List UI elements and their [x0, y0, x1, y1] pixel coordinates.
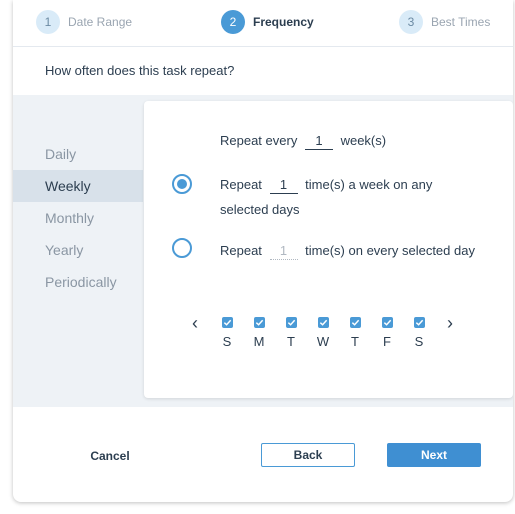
weekday-saturday: S [412, 317, 426, 349]
sidebar-item-daily[interactable]: Daily [13, 138, 143, 170]
next-button[interactable]: Next [387, 443, 481, 467]
option1-suffix: time(s) a week on any [305, 177, 433, 192]
chevron-right-icon[interactable]: › [447, 314, 453, 332]
back-button[interactable]: Back [261, 443, 355, 467]
repeat-every-row: Repeat every week(s) [220, 133, 386, 150]
weekday-friday: F [380, 317, 394, 349]
check-icon [255, 319, 263, 326]
step-label: Best Times [431, 15, 491, 29]
sidebar-item-monthly[interactable]: Monthly [13, 202, 143, 234]
option2-row: Repeat time(s) on every selected day [220, 243, 475, 260]
weekday-tuesday: T [284, 317, 298, 349]
weekday-selector: ‹ S M T W T F S › [192, 314, 462, 354]
step-frequency[interactable]: 2 Frequency [221, 10, 314, 34]
option2-times-input[interactable] [269, 243, 298, 260]
option-times-a-week-radio[interactable] [172, 174, 192, 194]
option1-prefix: Repeat [220, 177, 262, 192]
stepper: 1 Date Range 2 Frequency 3 Best Times [13, 0, 513, 47]
weekday-checkbox[interactable] [221, 317, 233, 328]
step-label: Date Range [68, 15, 133, 29]
chevron-left-icon[interactable]: ‹ [192, 314, 198, 332]
weekday-wednesday: W [316, 317, 330, 349]
weekday-thursday: T [348, 317, 362, 349]
weekday-label: T [351, 334, 359, 349]
check-icon [319, 319, 327, 326]
weekday-label: M [253, 334, 265, 349]
question-text: How often does this task repeat? [45, 63, 235, 78]
repeat-every-input[interactable] [304, 133, 333, 150]
weekday-label: S [414, 334, 424, 349]
weekly-options-panel: Repeat every week(s) Repeat time(s) a we… [144, 101, 513, 398]
cancel-button[interactable]: Cancel [75, 445, 145, 467]
weekday-label: S [222, 334, 232, 349]
weekday-label: F [383, 334, 391, 349]
option-every-selected-day-radio[interactable] [172, 238, 192, 258]
weekday-checkbox[interactable] [253, 317, 265, 328]
step-number: 2 [221, 10, 245, 34]
sidebar-item-weekly[interactable]: Weekly [13, 170, 143, 202]
check-icon [351, 319, 359, 326]
check-icon [223, 319, 231, 326]
weekday-checkbox[interactable] [381, 317, 393, 328]
check-icon [383, 319, 391, 326]
step-number: 1 [36, 10, 60, 34]
repeat-every-suffix: week(s) [340, 133, 387, 148]
weekday-label: W [316, 334, 330, 349]
frequency-dialog: 1 Date Range 2 Frequency 3 Best Times Ho… [13, 0, 513, 502]
weekday-monday: M [252, 317, 266, 349]
option1-times-input[interactable] [269, 177, 298, 194]
weekday-checkbox[interactable] [413, 317, 425, 328]
weekday-checkbox[interactable] [317, 317, 329, 328]
sidebar-item-yearly[interactable]: Yearly [13, 234, 143, 266]
option2-prefix: Repeat [220, 243, 262, 258]
repeat-every-prefix: Repeat every [220, 133, 298, 148]
frequency-sidebar: Daily Weekly Monthly Yearly Periodically [13, 138, 143, 298]
weekday-checkbox[interactable] [349, 317, 361, 328]
step-label: Frequency [253, 15, 314, 29]
option2-suffix: time(s) on every selected day [305, 243, 475, 258]
step-best-times[interactable]: 3 Best Times [399, 10, 490, 34]
weekday-sunday: S [220, 317, 234, 349]
option1-line2: selected days [220, 202, 300, 217]
check-icon [415, 319, 423, 326]
weekday-checkbox[interactable] [285, 317, 297, 328]
check-icon [287, 319, 295, 326]
step-date-range[interactable]: 1 Date Range [36, 10, 132, 34]
step-number: 3 [399, 10, 423, 34]
weekday-label: T [287, 334, 295, 349]
option1-row: Repeat time(s) a week on any [220, 177, 432, 194]
sidebar-item-periodically[interactable]: Periodically [13, 266, 143, 298]
